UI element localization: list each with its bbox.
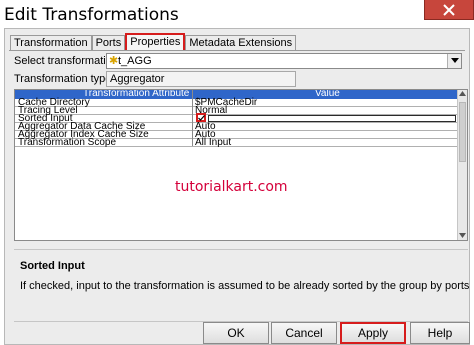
sorted-input-value-cell[interactable] — [208, 115, 456, 122]
table-row[interactable]: Cache Directory $PMCacheDir — [15, 98, 458, 108]
description-text: If checked, input to the transformation … — [20, 280, 470, 292]
select-transformation-label: Select transformation: — [14, 55, 121, 67]
title-bar: Edit Transformations — [0, 0, 474, 28]
description-panel: Sorted Input If checked, input to the tr… — [14, 249, 470, 319]
tab-strip: Transformation Ports Properties Metadata… — [10, 33, 297, 51]
scroll-up-icon[interactable] — [459, 91, 466, 96]
dropdown-arrow[interactable] — [447, 54, 461, 68]
ok-button[interactable]: OK — [203, 322, 269, 344]
select-transformation-dropdown[interactable]: ✱ t_AGG — [106, 53, 462, 69]
table-row[interactable]: Transformation Scope All Input — [15, 137, 458, 148]
tab-divider — [9, 50, 465, 51]
close-button[interactable] — [424, 0, 474, 20]
window-title: Edit Transformations — [4, 5, 179, 25]
select-transformation-value: t_AGG — [118, 55, 152, 67]
row-value: All Input — [195, 137, 232, 148]
header-attribute: Transformation Attribute — [83, 89, 190, 99]
help-button[interactable]: Help — [410, 322, 470, 344]
description-title: Sorted Input — [20, 260, 85, 272]
chevron-down-icon — [451, 58, 459, 63]
transformation-type-label: Transformation type: — [14, 73, 115, 85]
scroll-down-icon[interactable] — [459, 233, 466, 238]
grid-scrollbar[interactable] — [457, 90, 467, 240]
row-attribute: Transformation Scope — [18, 137, 117, 148]
watermark: tutorialkart.com — [175, 179, 288, 195]
star-icon: ✱ — [109, 55, 119, 67]
column-separator — [192, 90, 193, 146]
properties-grid: Transformation Attribute Value Cache Dir… — [14, 89, 468, 241]
tab-ports[interactable]: Ports — [91, 35, 126, 51]
tab-transformation[interactable]: Transformation — [10, 35, 92, 51]
close-icon — [443, 4, 455, 16]
dialog-body: Transformation Ports Properties Metadata… — [4, 28, 470, 345]
apply-button[interactable]: Apply — [340, 322, 406, 344]
cancel-button[interactable]: Cancel — [271, 322, 337, 344]
table-row[interactable]: Tracing Level Normal — [15, 106, 458, 116]
header-value: Value — [315, 89, 340, 99]
tab-metadata-extensions[interactable]: Metadata Extensions — [185, 35, 297, 51]
scrollbar-thumb[interactable] — [459, 102, 466, 162]
tab-properties[interactable]: Properties — [125, 33, 186, 51]
transformation-type-value: Aggregator — [106, 71, 296, 87]
